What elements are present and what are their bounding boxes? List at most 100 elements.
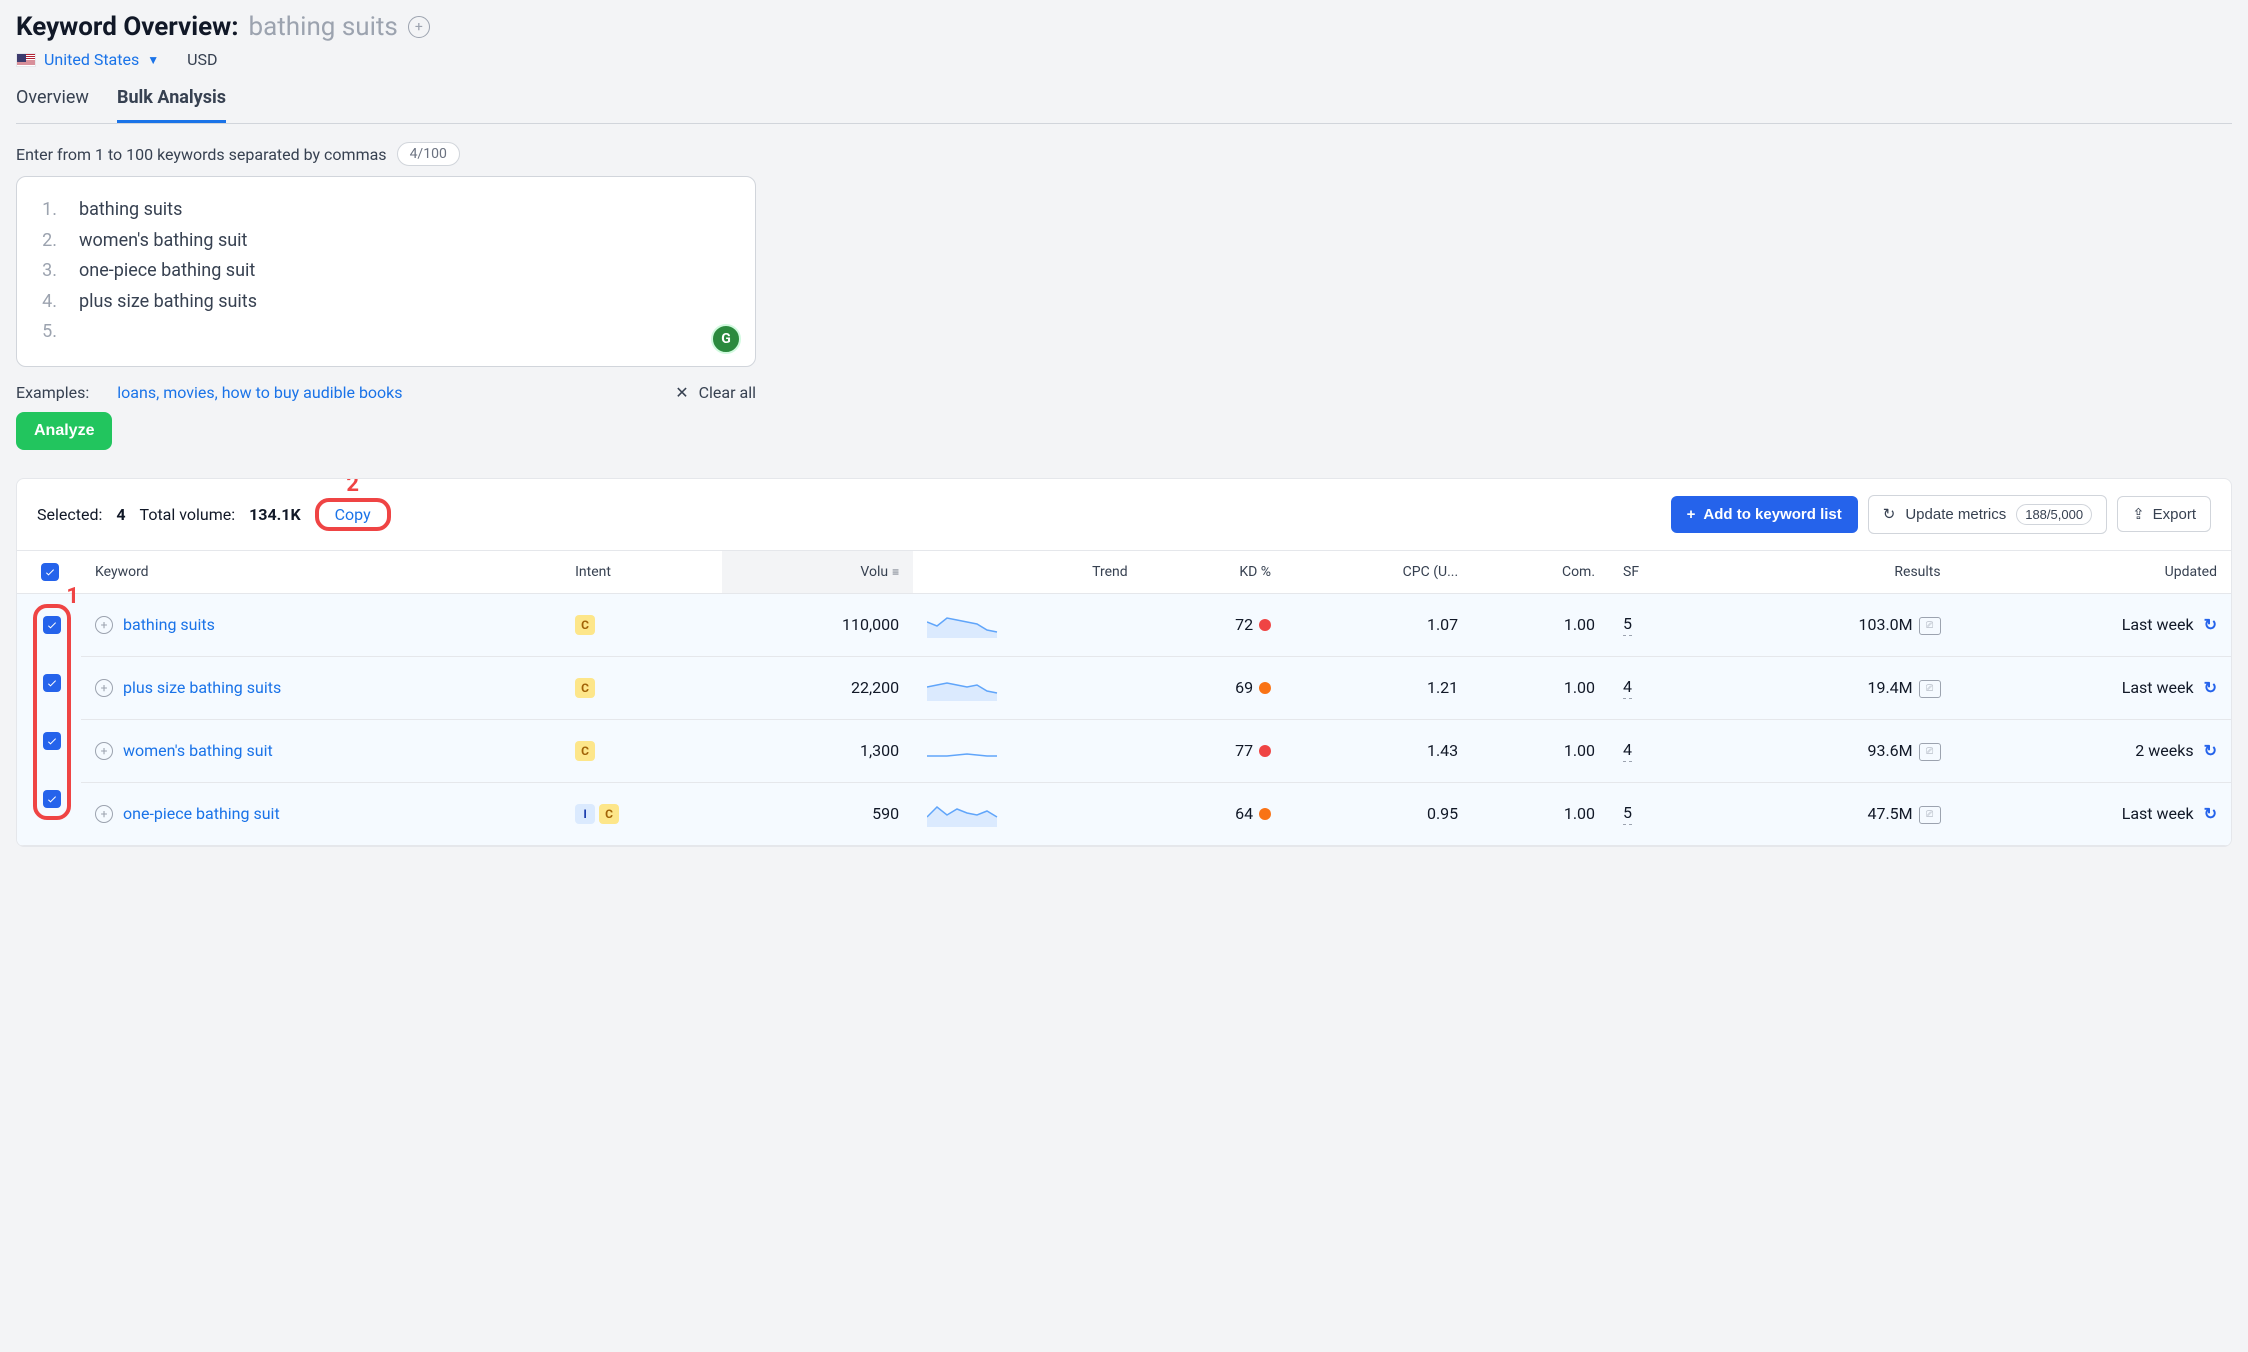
table-row: 1 +bathing suitsC110,000721.071.005103.0… [17, 593, 2231, 656]
results-value: 47.5M [1867, 804, 1912, 823]
serp-snapshot-icon[interactable]: ⎚ [1919, 743, 1941, 761]
kw-line: one-piece bathing suit [79, 256, 255, 287]
callout-2-label: 2 [346, 478, 359, 497]
col-trend[interactable]: Trend [913, 550, 1142, 593]
examples-links[interactable]: loans, movies, how to buy audible books [117, 383, 402, 402]
refresh-row-icon[interactable]: ↻ [2204, 678, 2217, 697]
volume-value: 110,000 [722, 593, 913, 656]
page-title-prefix: Keyword Overview: [16, 12, 239, 42]
refresh-row-icon[interactable]: ↻ [2204, 615, 2217, 634]
export-label: Export [2153, 506, 2196, 523]
col-keyword[interactable]: Keyword [81, 550, 561, 593]
cpc-value: 1.43 [1285, 719, 1472, 782]
volume-value: 1,300 [722, 719, 913, 782]
row-checkbox[interactable] [43, 790, 61, 808]
tab-overview[interactable]: Overview [16, 87, 89, 123]
refresh-row-icon[interactable]: ↻ [2204, 741, 2217, 760]
intent-badge-c: C [575, 678, 595, 698]
keyword-link[interactable]: bathing suits [123, 615, 215, 634]
copy-button[interactable]: Copy [335, 505, 371, 524]
totalvol-value: 134.1K [249, 505, 301, 524]
serp-snapshot-icon[interactable]: ⎚ [1919, 617, 1941, 635]
intent-badge-c: C [575, 741, 595, 761]
country-label: United States [44, 50, 139, 69]
kd-value: 77 [1235, 741, 1253, 760]
sf-value[interactable]: 5 [1623, 803, 1632, 825]
refresh-row-icon[interactable]: ↻ [2204, 804, 2217, 823]
cpc-value: 1.07 [1285, 593, 1472, 656]
com-value: 1.00 [1472, 593, 1609, 656]
difficulty-dot-icon [1259, 745, 1271, 757]
plus-icon: + [1687, 506, 1696, 523]
update-metrics-button[interactable]: ↻ Update metrics 188/5,000 [1868, 495, 2107, 534]
callout-2: 2 Copy [315, 498, 391, 531]
kw-line: plus size bathing suits [79, 287, 257, 318]
results-value: 103.0M [1858, 615, 1912, 634]
tab-bulk-analysis[interactable]: Bulk Analysis [117, 87, 226, 123]
difficulty-dot-icon [1259, 619, 1271, 631]
results-value: 93.6M [1867, 741, 1912, 760]
totalvol-label: Total volume: [140, 505, 236, 524]
table-row: +women's bathing suitC1,300771.431.00493… [17, 719, 2231, 782]
col-volume[interactable]: Volu≡ [722, 550, 913, 593]
updated-value: Last week [2122, 804, 2194, 823]
difficulty-dot-icon [1259, 808, 1271, 820]
serp-snapshot-icon[interactable]: ⎚ [1919, 680, 1941, 698]
kw-line: women's bathing suit [79, 226, 247, 257]
sf-value[interactable]: 4 [1623, 677, 1632, 699]
cpc-value: 0.95 [1285, 782, 1472, 845]
col-updated[interactable]: Updated [1955, 550, 2231, 593]
results-value: 19.4M [1867, 678, 1912, 697]
selected-count: 4 [116, 505, 125, 524]
clear-all-button[interactable]: ✕ Clear all [675, 383, 756, 402]
sf-value[interactable]: 5 [1623, 614, 1632, 636]
analyze-button[interactable]: Analyze [16, 412, 112, 450]
col-com[interactable]: Com. [1472, 550, 1609, 593]
trend-spark [913, 782, 1142, 845]
currency-label: USD [187, 50, 217, 69]
grammarly-icon[interactable]: G [711, 324, 741, 354]
callout-1: 1 [33, 604, 71, 820]
difficulty-dot-icon [1259, 682, 1271, 694]
expand-icon[interactable]: + [95, 616, 113, 634]
input-prompt: Enter from 1 to 100 keywords separated b… [16, 145, 387, 164]
upload-icon: ⇪ [2132, 505, 2145, 523]
cpc-value: 1.21 [1285, 656, 1472, 719]
quota-badge: 188/5,000 [2016, 504, 2092, 525]
keyword-link[interactable]: plus size bathing suits [123, 678, 281, 697]
col-kd[interactable]: KD % [1142, 550, 1285, 593]
row-checkbox[interactable] [43, 732, 61, 750]
updated-value: Last week [2122, 678, 2194, 697]
export-button[interactable]: ⇪ Export [2117, 496, 2211, 532]
expand-icon[interactable]: + [95, 742, 113, 760]
col-cpc[interactable]: CPC (U... [1285, 550, 1472, 593]
serp-snapshot-icon[interactable]: ⎚ [1919, 806, 1941, 824]
updated-value: 2 weeks [2135, 741, 2193, 760]
keyword-input[interactable]: 1.bathing suits 2.women's bathing suit 3… [16, 176, 756, 367]
refresh-icon: ↻ [1883, 505, 1896, 523]
keyword-link[interactable]: women's bathing suit [123, 741, 273, 760]
country-selector[interactable]: United States ▼ [16, 50, 159, 69]
col-sf[interactable]: SF [1609, 550, 1708, 593]
sort-desc-icon: ≡ [892, 565, 899, 579]
updated-value: Last week [2122, 615, 2194, 634]
expand-icon[interactable]: + [95, 679, 113, 697]
sf-value[interactable]: 4 [1623, 740, 1632, 762]
chevron-down-icon: ▼ [147, 53, 159, 67]
trend-spark [913, 593, 1142, 656]
col-results[interactable]: Results [1708, 550, 1955, 593]
col-intent[interactable]: Intent [561, 550, 722, 593]
expand-icon[interactable]: + [95, 805, 113, 823]
table-row: +plus size bathing suitsC22,200691.211.0… [17, 656, 2231, 719]
kd-value: 64 [1235, 804, 1253, 823]
intent-badge-c: C [599, 804, 619, 824]
callout-1-label: 1 [66, 584, 79, 609]
us-flag-icon [16, 53, 36, 67]
select-all-checkbox[interactable] [41, 563, 59, 581]
examples-label: Examples: [16, 383, 89, 402]
row-checkbox[interactable] [43, 616, 61, 634]
row-checkbox[interactable] [43, 674, 61, 692]
add-to-keyword-list-button[interactable]: + Add to keyword list [1671, 496, 1858, 533]
keyword-link[interactable]: one-piece bathing suit [123, 804, 280, 823]
add-keyword-icon[interactable]: + [408, 16, 430, 38]
